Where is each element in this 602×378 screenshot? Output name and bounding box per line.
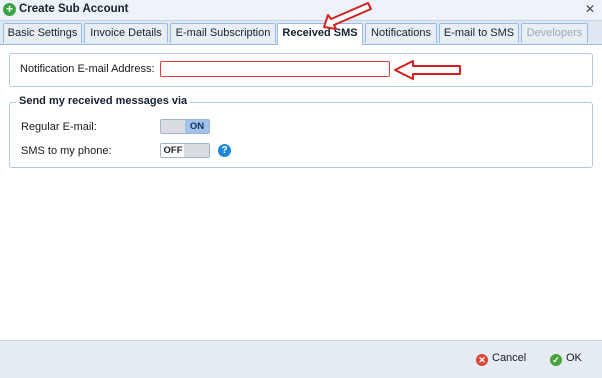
regular-email-label: Regular E-mail: [21,121,97,133]
close-icon[interactable]: ✕ [584,3,596,15]
notification-email-input[interactable] [160,61,390,77]
received-via-legend: Send my received messages via [16,95,191,107]
tab-developers: Developers [521,23,588,43]
regular-email-toggle[interactable]: ON [160,119,210,134]
toggle-track [161,120,186,133]
ok-label: OK [566,352,582,364]
tab-bar: Basic Settings Invoice Details E-mail Su… [0,21,602,45]
question-icon[interactable]: ? [218,144,231,157]
tab-email-to-sms[interactable]: E-mail to SMS [439,23,519,43]
ok-button[interactable]: ✓ OK [550,349,582,367]
received-via-fieldset: Send my received messages via Regular E-… [9,95,593,168]
notification-email-label: Notification E-mail Address: [20,63,155,75]
dialog-footer: ✕ Cancel ✓ OK [0,340,602,378]
tab-received-sms[interactable]: Received SMS [277,23,363,45]
cancel-button[interactable]: ✕ Cancel [476,349,526,367]
toggle-state: ON [185,120,209,133]
tab-panel: Notification E-mail Address: Send my rec… [0,45,602,339]
tab-email-subscription[interactable]: E-mail Subscription [170,23,276,43]
notification-fieldset: Notification E-mail Address: [9,53,593,87]
toggle-track [184,144,209,157]
sms-phone-label: SMS to my phone: [21,145,112,157]
check-circle-icon: ✓ [550,354,562,366]
tab-notifications[interactable]: Notifications [365,23,437,43]
x-circle-icon: ✕ [476,354,488,366]
sms-phone-toggle[interactable]: OFF [160,143,210,158]
title-bar: + Create Sub Account ✕ [0,0,602,21]
cancel-label: Cancel [492,352,527,364]
window-title: Create Sub Account [19,3,129,15]
toggle-state: OFF [161,144,185,157]
tab-basic-settings[interactable]: Basic Settings [3,23,82,43]
tab-invoice-details[interactable]: Invoice Details [84,23,168,43]
plus-circle-icon: + [3,3,16,16]
